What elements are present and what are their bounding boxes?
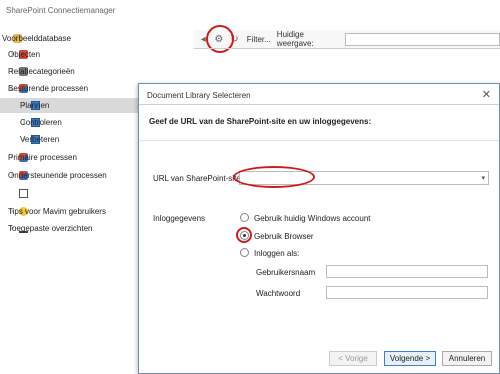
tree-item-primaire-processen[interactable]: › Primaire processen xyxy=(8,150,77,165)
document-library-dialog: Document Library Selecteren ✕ Geef de UR… xyxy=(138,83,500,374)
highlight-ellipse xyxy=(233,166,315,188)
tree-item-besturende-processen[interactable]: ⌄ Besturende processen xyxy=(8,81,88,96)
chevron-down-icon[interactable]: ▾ xyxy=(481,174,485,182)
toolbar: ◂ ⚙ ↻ Filter... Huidige weergave: xyxy=(194,30,500,48)
previous-button[interactable]: < Vorige xyxy=(329,351,377,366)
window-title: SharePoint Connectiemanager xyxy=(0,0,500,20)
radio-login-as-label[interactable]: Inloggen als: xyxy=(254,249,299,258)
next-button[interactable]: Volgende > xyxy=(384,351,436,366)
radio-browser-label[interactable]: Gebruik Browser xyxy=(254,232,314,241)
radio-windows-account-label[interactable]: Gebruik huidig Windows account xyxy=(254,214,371,223)
tree-item-tips[interactable]: › Tips voor Mavim gebruikers xyxy=(8,204,106,219)
cancel-button[interactable]: Annuleren xyxy=(442,351,492,366)
calendar-icon xyxy=(19,189,28,198)
password-label: Wachtwoord xyxy=(256,289,301,298)
tree-item-toegepaste-overzichten[interactable]: › Toegepaste overzichten xyxy=(8,221,93,236)
username-field[interactable] xyxy=(326,265,488,278)
radio-login-as[interactable] xyxy=(240,248,249,257)
tree-item-calendar[interactable] xyxy=(8,186,32,201)
password-field[interactable] xyxy=(326,286,488,299)
username-label: Gebruikersnaam xyxy=(256,268,316,277)
filter-button[interactable]: Filter... xyxy=(247,35,271,44)
tree-item-objecten[interactable]: › Objecten xyxy=(8,47,40,62)
tree-item-voorbeelddatabase[interactable]: Voorbeelddatabase xyxy=(2,31,71,46)
close-icon[interactable]: ✕ xyxy=(482,88,491,101)
radio-windows-account[interactable] xyxy=(240,213,249,222)
view-label: Huidige weergave: xyxy=(276,30,314,48)
dialog-title: Document Library Selecteren xyxy=(147,91,251,100)
url-label: URL van SharePoint-site xyxy=(153,174,241,183)
tree-item-relatiecategorieen[interactable]: › Relatiecategorieën xyxy=(8,64,75,79)
tree-item-controleren[interactable]: › Controleren xyxy=(20,115,62,130)
tree-item-ondersteunende-processen[interactable]: › Ondersteunende processen xyxy=(8,168,107,183)
highlight-circle xyxy=(236,227,252,243)
dialog-heading: Geef de URL van de SharePoint-site en uw… xyxy=(149,117,372,126)
content-area xyxy=(194,48,500,88)
view-input[interactable] xyxy=(344,32,500,46)
tree-item-verbeteren[interactable]: › Verbeteren xyxy=(20,132,59,147)
login-label: Inloggegevens xyxy=(153,214,206,223)
